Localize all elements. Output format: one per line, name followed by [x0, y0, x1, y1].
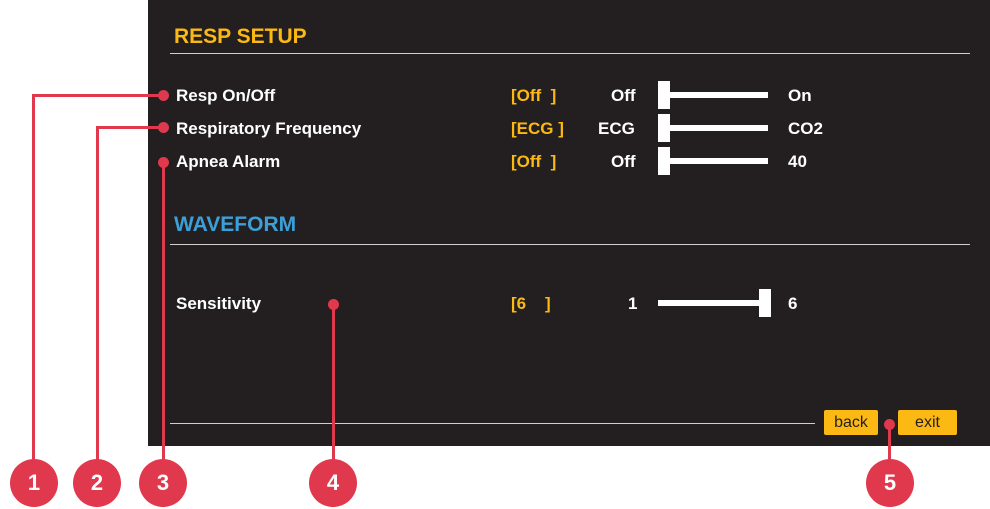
- callout-1-leader: [32, 94, 35, 466]
- slider-track[interactable]: [658, 92, 768, 98]
- respiratory-frequency-current-value: [ECG ]: [511, 119, 564, 138]
- slider-thumb[interactable]: [658, 147, 670, 175]
- callout-2-marker: 2: [73, 459, 121, 507]
- slider-thumb[interactable]: [658, 114, 670, 142]
- callout-1-leader: [32, 94, 164, 97]
- sensitivity-max-label: 6: [788, 294, 798, 313]
- footer-divider: [170, 423, 815, 424]
- callout-4-marker: 4: [309, 459, 357, 507]
- exit-button[interactable]: exit: [898, 410, 957, 435]
- back-button[interactable]: back: [824, 410, 878, 435]
- callout-5-dot: [884, 419, 895, 430]
- apnea-alarm-current-value: [Off ]: [511, 152, 557, 171]
- slider-track[interactable]: [658, 300, 762, 306]
- sensitivity-min-label: 1: [628, 294, 638, 313]
- callout-1-dot: [158, 90, 169, 101]
- callout-4-leader: [332, 305, 335, 466]
- waveform-title: WAVEFORM: [174, 213, 297, 236]
- callout-2-leader: [96, 126, 164, 129]
- apnea-alarm-min-label: Off: [611, 152, 636, 171]
- resp-on-off-label[interactable]: Resp On/Off: [176, 86, 275, 106]
- callout-5-marker: 5: [866, 459, 914, 507]
- callout-1-marker: 1: [10, 459, 58, 507]
- callout-3-marker: 3: [139, 459, 187, 507]
- resp-on-off-min-label: Off: [611, 86, 636, 105]
- callout-2-dot: [158, 122, 169, 133]
- callout-4-dot: [328, 299, 339, 310]
- resp-setup-title: RESP SETUP: [174, 25, 307, 48]
- slider-thumb[interactable]: [759, 289, 771, 317]
- sensitivity-label[interactable]: Sensitivity: [176, 294, 261, 314]
- respiratory-frequency-label[interactable]: Respiratory Frequency: [176, 119, 361, 139]
- respiratory-frequency-max-label: CO2: [788, 119, 823, 138]
- resp-on-off-current-value: [Off ]: [511, 86, 557, 105]
- apnea-alarm-max-label: 40: [788, 152, 807, 171]
- section-divider: [170, 244, 970, 245]
- resp-on-off-max-label: On: [788, 86, 812, 105]
- apnea-alarm-label[interactable]: Apnea Alarm: [176, 152, 280, 172]
- slider-thumb[interactable]: [658, 81, 670, 109]
- sensitivity-current-value: [6 ]: [511, 294, 551, 313]
- callout-3-dot: [158, 157, 169, 168]
- callout-3-leader: [162, 163, 165, 466]
- respiratory-frequency-min-label: ECG: [598, 119, 635, 138]
- section-divider: [170, 53, 970, 54]
- slider-track[interactable]: [658, 125, 768, 131]
- callout-2-leader: [96, 126, 99, 466]
- slider-track[interactable]: [658, 158, 768, 164]
